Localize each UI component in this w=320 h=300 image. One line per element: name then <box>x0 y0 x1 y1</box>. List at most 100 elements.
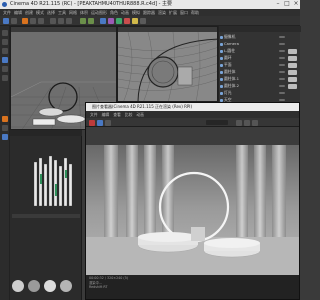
visibility-dots-icon[interactable] <box>279 43 285 45</box>
menu-item[interactable]: 帮助 <box>191 9 199 16</box>
y-axis-icon[interactable] <box>58 18 64 24</box>
undo-icon[interactable] <box>3 18 9 24</box>
close-icon[interactable]: × <box>292 0 300 9</box>
object-label: 摄像机 <box>224 34 236 39</box>
object-label: 圆环 <box>224 55 232 60</box>
picture-viewer-window: 图片查看器(Cinema 4D R21.115 正在渲染 (Rev) RPI) … <box>85 102 300 300</box>
material-tag-icon[interactable] <box>288 69 297 75</box>
visibility-dots-icon[interactable] <box>279 99 285 101</box>
visibility-dots-icon[interactable] <box>279 92 285 94</box>
picture-viewer-title: 图片查看器(Cinema 4D R21.115 正在渲染 (Rev) RPI) <box>92 104 193 109</box>
render-preview[interactable] <box>86 127 299 275</box>
object-row[interactable]: Camera <box>220 41 299 47</box>
menu-item[interactable]: 跟踪器 <box>143 9 155 16</box>
visibility-dots-icon[interactable] <box>279 50 285 52</box>
render-view-icon[interactable] <box>80 18 86 24</box>
object-label: 圆柱体.2 <box>224 83 240 88</box>
deformer-icon[interactable] <box>124 18 130 24</box>
object-type-icon <box>220 91 223 95</box>
cinema4d-logo-icon <box>2 2 7 7</box>
scale-tool-icon[interactable] <box>30 18 36 24</box>
object-label: Camera <box>224 41 239 46</box>
material-tag-icon[interactable] <box>288 48 297 54</box>
visibility-dots-icon[interactable] <box>279 57 285 59</box>
object-row[interactable]: 圆柱体.1 <box>220 76 299 82</box>
menu-item[interactable]: 窗口 <box>180 9 188 16</box>
stop-render-icon[interactable] <box>89 120 95 126</box>
object-manager-header <box>219 26 301 32</box>
menu-item[interactable]: 创建 <box>25 9 33 16</box>
compare-icon[interactable] <box>244 120 250 126</box>
object-row[interactable]: 摄像机 <box>220 34 299 40</box>
object-row[interactable]: 圆柱体 <box>220 69 299 75</box>
object-label: 平面 <box>224 62 232 67</box>
save-icon[interactable] <box>105 120 111 126</box>
visibility-dots-icon[interactable] <box>279 36 285 38</box>
visibility-dots-icon[interactable] <box>279 85 285 87</box>
x-axis-icon[interactable] <box>50 18 56 24</box>
object-label: 灯光 <box>224 90 232 95</box>
menu-item[interactable]: 体积 <box>80 9 88 16</box>
object-row[interactable]: L-圆柱 <box>220 48 299 54</box>
picture-viewer-menu-item[interactable]: 编辑 <box>102 112 110 117</box>
snapshot-icon[interactable] <box>252 120 258 126</box>
start-render-icon[interactable] <box>97 120 103 126</box>
picture-viewer-menu-item[interactable]: 动画 <box>136 112 144 117</box>
cube-primitive-icon[interactable] <box>100 18 106 24</box>
workplane-icon[interactable] <box>2 134 8 140</box>
snap-icon[interactable] <box>2 125 8 131</box>
window-title-bar: Cinema 4D R21.115 (RC) - [PEAKTAHMU40THU… <box>0 0 300 9</box>
menu-item[interactable]: 扩展 <box>169 9 177 16</box>
move-tool-icon[interactable] <box>22 18 28 24</box>
spline-icon[interactable] <box>108 18 114 24</box>
picture-viewer-menu-item[interactable]: 比较 <box>125 112 133 117</box>
object-row[interactable]: 圆环 <box>220 55 299 61</box>
material-thumbnails <box>12 280 72 292</box>
material-tag-icon[interactable] <box>288 83 297 89</box>
polygons-mode-icon[interactable] <box>2 75 8 81</box>
zoom-dropdown[interactable] <box>206 120 228 125</box>
viewport-wireframe[interactable] <box>117 26 218 102</box>
minimize-icon[interactable]: – <box>274 0 282 9</box>
menu-item[interactable]: 渲染 <box>158 9 166 16</box>
shader-preview-scene <box>12 144 80 234</box>
material-tag-icon[interactable] <box>288 76 297 82</box>
menu-item[interactable]: 网格 <box>69 9 77 16</box>
light-icon[interactable] <box>132 18 138 24</box>
visibility-dots-icon[interactable] <box>279 64 285 66</box>
redo-icon[interactable] <box>11 18 17 24</box>
menu-item[interactable]: 工具 <box>58 9 66 16</box>
camera-icon[interactable] <box>140 18 146 24</box>
picture-viewer-menu-item[interactable]: 文件 <box>90 112 98 117</box>
generator-icon[interactable] <box>116 18 122 24</box>
menu-item[interactable]: 模拟 <box>132 9 140 16</box>
object-row[interactable]: 灯光 <box>220 90 299 96</box>
menu-item[interactable]: 动画 <box>121 9 129 16</box>
z-axis-icon[interactable] <box>66 18 72 24</box>
viewport-wireframe-scene <box>118 31 217 101</box>
edges-mode-icon[interactable] <box>2 66 8 72</box>
material-tag-icon[interactable] <box>288 55 297 61</box>
object-row[interactable]: 圆柱体.2 <box>220 83 299 89</box>
visibility-dots-icon[interactable] <box>279 71 285 73</box>
menu-item[interactable]: 运动图形 <box>91 9 107 16</box>
points-mode-icon[interactable] <box>2 57 8 63</box>
model-mode-icon[interactable] <box>2 39 8 45</box>
menu-item[interactable]: 模式 <box>36 9 44 16</box>
menu-item[interactable]: 选择 <box>47 9 55 16</box>
picture-viewer-menu-item[interactable]: 查看 <box>113 112 121 117</box>
rotate-tool-icon[interactable] <box>38 18 44 24</box>
object-row[interactable]: 平面 <box>220 62 299 68</box>
texture-mode-icon[interactable] <box>2 48 8 54</box>
menu-item[interactable]: 文件 <box>3 9 11 16</box>
enable-axis-icon[interactable] <box>2 116 8 122</box>
maximize-icon[interactable]: □ <box>283 0 291 9</box>
object-type-icon <box>220 35 223 39</box>
menu-item[interactable]: 角色 <box>110 9 118 16</box>
visibility-dots-icon[interactable] <box>279 78 285 80</box>
material-tag-icon[interactable] <box>288 62 297 68</box>
make-editable-icon[interactable] <box>2 30 8 36</box>
menu-item[interactable]: 编辑 <box>14 9 22 16</box>
fit-icon[interactable] <box>236 120 242 126</box>
render-picture-viewer-icon[interactable] <box>88 18 94 24</box>
